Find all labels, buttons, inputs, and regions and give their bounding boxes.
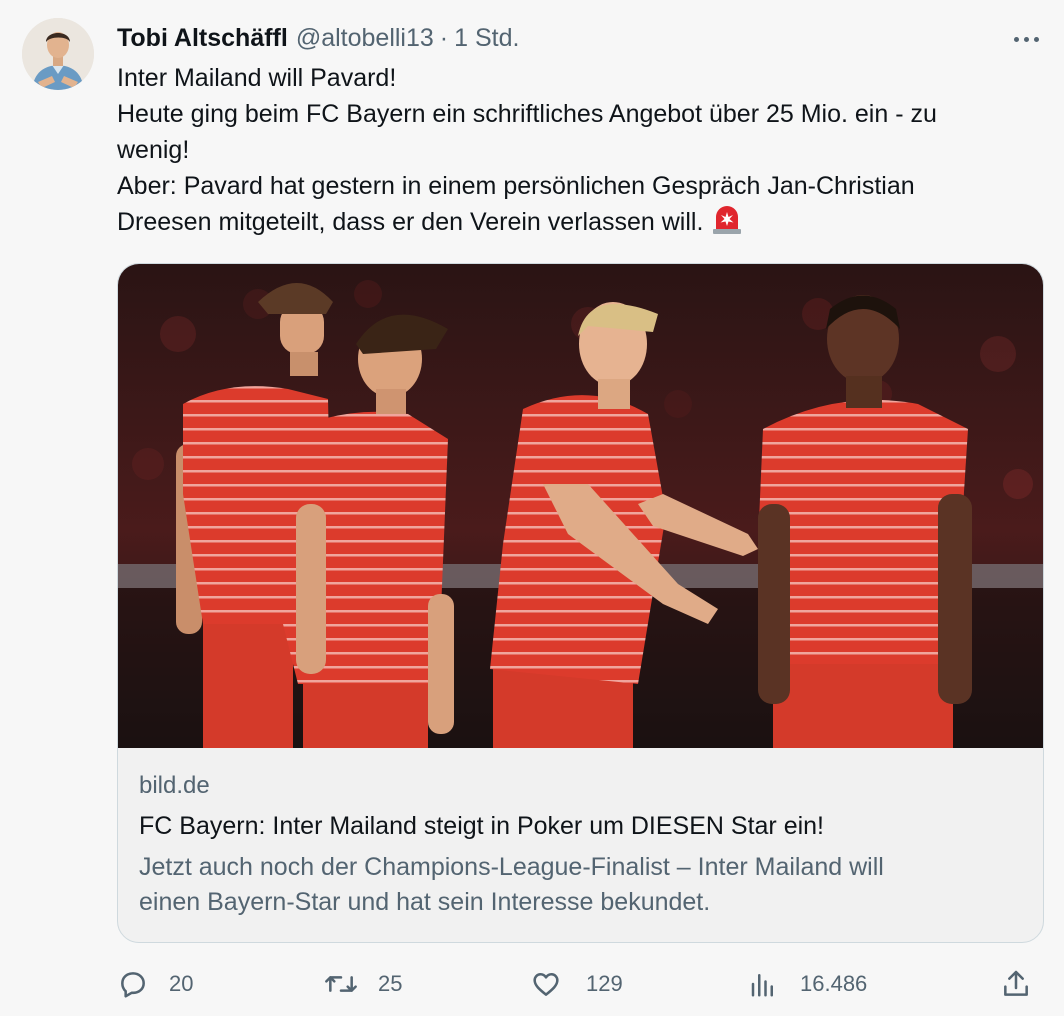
tweet-text: Inter Mailand will Pavard! Heute ging be…: [117, 60, 1037, 244]
tweet-text-line: Dreesen mitgeteilt, dass er den Verein v…: [117, 208, 704, 236]
like-count: 129: [586, 971, 623, 996]
rotating-light-icon: [711, 204, 743, 244]
tweet-timestamp[interactable]: 1 Std.: [454, 24, 519, 53]
like-button[interactable]: 129: [530, 960, 623, 1008]
card-description: Jetzt auch noch der Champions-League-Fin…: [139, 850, 1019, 920]
tweet-text-line: Aber: Pavard hat gestern in einem persön…: [117, 172, 915, 200]
header-separator: ·: [439, 23, 449, 52]
share-icon: [1004, 970, 1028, 996]
author-name[interactable]: Tobi Altschäffl: [117, 24, 288, 53]
tweet-header: Tobi Altschäffl @altobelli13 · 1 Std.: [117, 22, 519, 54]
reply-button[interactable]: 20: [117, 960, 193, 1008]
tweet-text-line: wenig!: [117, 136, 190, 164]
author-handle[interactable]: @altobelli13: [296, 24, 434, 53]
card-description-line: Jetzt auch noch der Champions-League-Fin…: [139, 853, 884, 881]
views-button[interactable]: 16.486: [748, 960, 867, 1008]
article-photo: [118, 264, 1043, 748]
retweet-count: 25: [378, 971, 403, 996]
share-button[interactable]: [1000, 960, 1032, 1008]
retweet-icon: [325, 976, 357, 992]
card-domain: bild.de: [139, 772, 210, 799]
retweet-button[interactable]: 25: [322, 960, 402, 1008]
reply-icon: [121, 972, 145, 998]
more-icon[interactable]: [1004, 26, 1048, 52]
action-bar: 20 25 129 16.486: [0, 960, 1064, 1008]
avatar-illustration: [22, 18, 94, 90]
views-icon: [751, 974, 773, 997]
tweet-text-line: Inter Mailand will Pavard!: [117, 64, 397, 92]
tweet-text-line: Heute ging beim FC Bayern ein schriftlic…: [117, 100, 937, 128]
card-description-line: einen Bayern-Star und hat sein Interesse…: [139, 888, 711, 916]
views-count: 16.486: [800, 971, 868, 996]
card-title: FC Bayern: Inter Mailand steigt in Poker…: [139, 812, 824, 840]
like-icon: [533, 973, 559, 996]
reply-count: 20: [169, 971, 194, 996]
author-avatar[interactable]: [22, 18, 94, 90]
link-preview-card[interactable]: bild.de FC Bayern: Inter Mailand steigt …: [117, 263, 1044, 943]
